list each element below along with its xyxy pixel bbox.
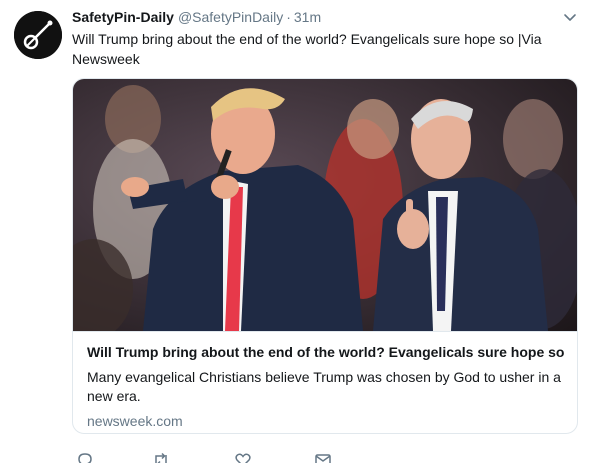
- author-handle[interactable]: @SafetyPinDaily: [178, 9, 283, 25]
- like-icon: [235, 453, 251, 463]
- card-image[interactable]: [73, 79, 577, 331]
- card-description: Many evangelical Christians believe Trum…: [87, 369, 561, 404]
- avatar[interactable]: [14, 11, 62, 59]
- tweet-text: Will Trump bring about the end of the wo…: [72, 31, 542, 67]
- card-body: Will Trump bring about the end of the wo…: [73, 331, 577, 431]
- tweet-header: SafetyPin-Daily @SafetyPinDaily · 31m: [72, 9, 321, 27]
- direct-message-button[interactable]: [314, 452, 332, 463]
- retweet-icon: [155, 452, 167, 463]
- reply-button[interactable]: [76, 452, 94, 463]
- tweet-timestamp[interactable]: 31m: [294, 9, 321, 25]
- author-name[interactable]: SafetyPin-Daily: [72, 9, 174, 25]
- tweet-menu-button[interactable]: [561, 11, 579, 25]
- card-title[interactable]: Will Trump bring about the end of the wo…: [87, 343, 564, 362]
- card-domain[interactable]: newsweek.com: [87, 412, 563, 431]
- card-photo: [73, 79, 577, 331]
- reply-icon: [78, 453, 92, 463]
- link-card[interactable]: Will Trump bring about the end of the wo…: [72, 78, 578, 434]
- chevron-down-icon: [564, 14, 576, 21]
- separator-dot: ·: [286, 9, 291, 25]
- safety-pin-logo-icon: [14, 11, 62, 59]
- direct-message-icon: [315, 454, 331, 463]
- tweet-actions: [72, 452, 372, 463]
- retweet-button[interactable]: [152, 452, 170, 463]
- like-button[interactable]: [234, 452, 252, 463]
